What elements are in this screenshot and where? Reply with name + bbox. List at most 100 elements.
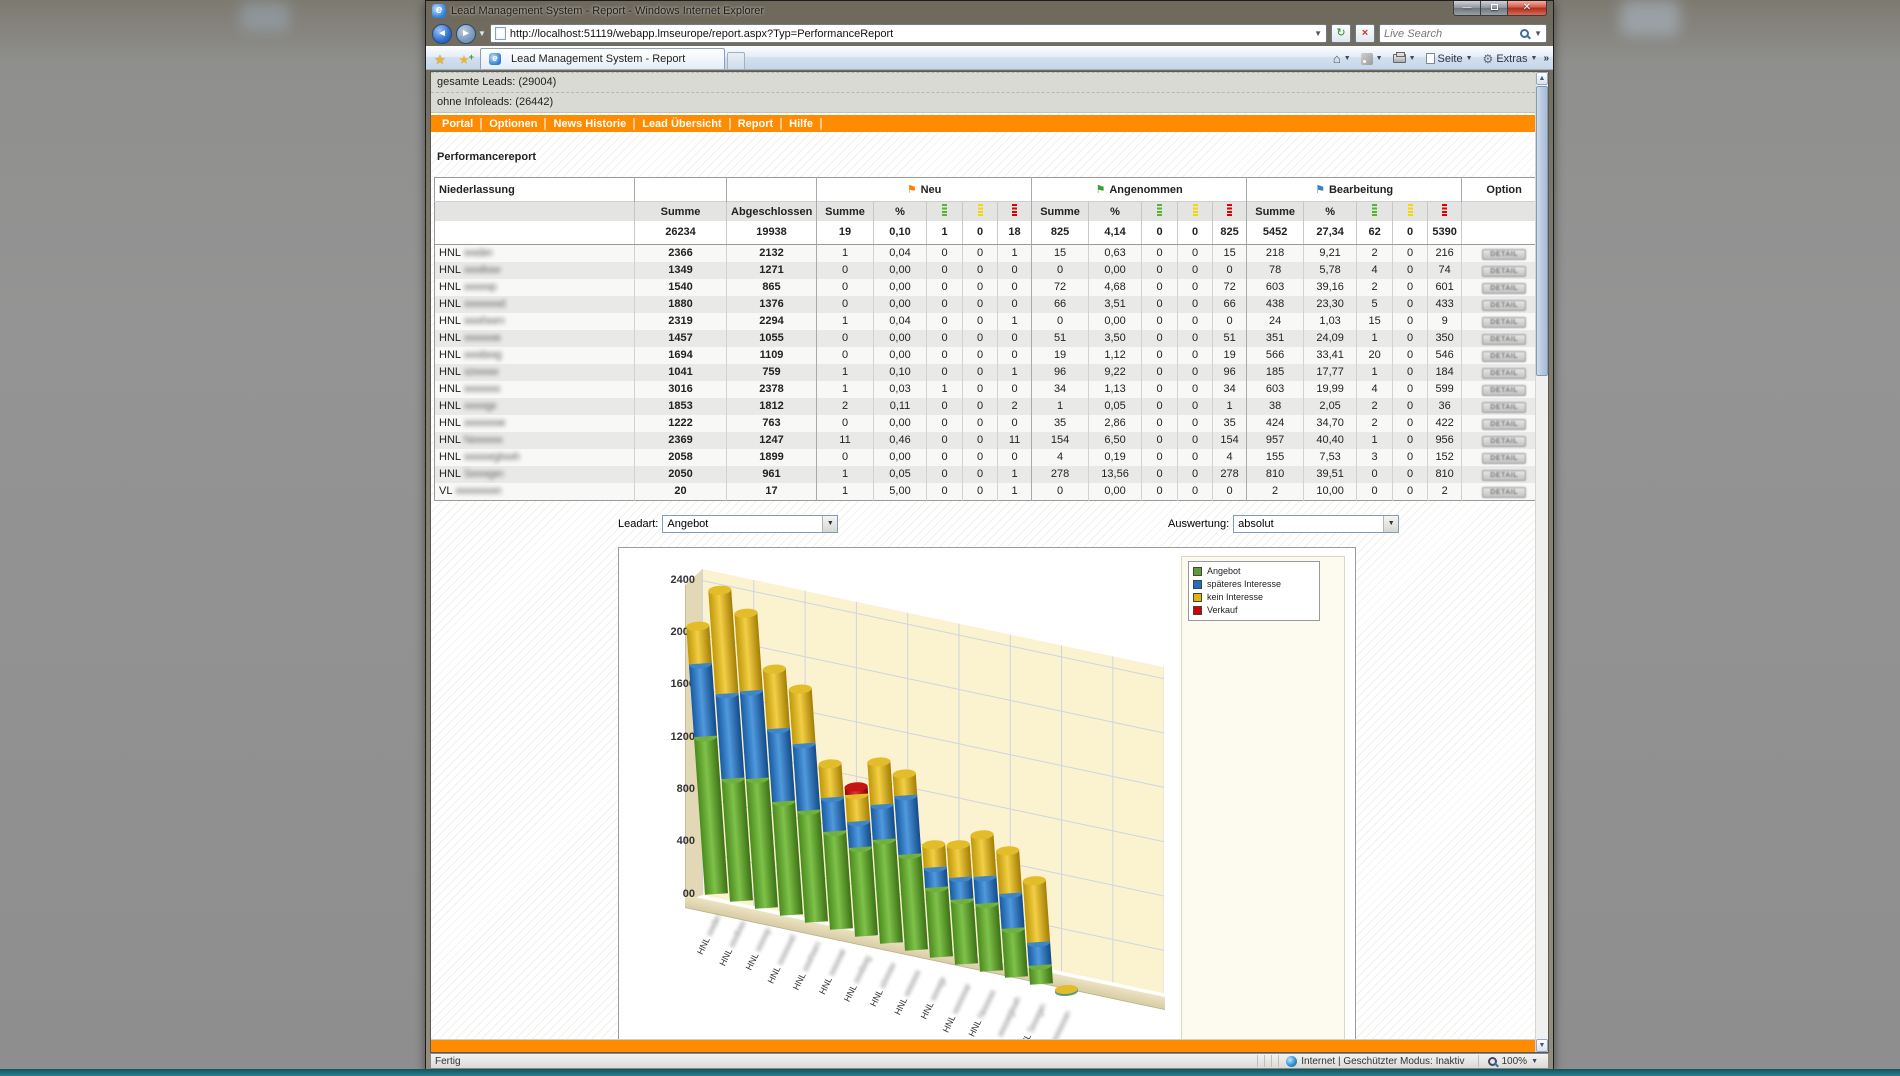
nav-item-optionen[interactable]: Optionen xyxy=(482,118,546,130)
flag-icon: ⚑ xyxy=(907,184,917,196)
bar-segment-b xyxy=(792,742,820,811)
back-button[interactable]: ◄ xyxy=(432,24,452,44)
detail-button[interactable]: DETAIL xyxy=(1482,283,1526,294)
bar-segment-y xyxy=(970,833,996,876)
minimize-button[interactable]: — xyxy=(1453,1,1481,16)
table-subheader-row: SummeAbgeschlossenSumme% Summe% Summe% xyxy=(435,202,1547,222)
table-row: HNL xxxxxxrg/xxxh 2058189900,0000040,190… xyxy=(435,449,1547,466)
zoom-control[interactable]: 100% ▼ xyxy=(1482,1056,1544,1067)
gear-icon: ⚙ xyxy=(1483,54,1494,64)
flag-icon: ⚑ xyxy=(1315,184,1325,196)
tools-menu-button[interactable]: ⚙Extras▼ xyxy=(1479,52,1542,66)
table-row: HNL xxxxfxxw 1349127100,0000000,00000785… xyxy=(435,262,1547,279)
col-niederlassung: Niederlassung xyxy=(435,178,635,202)
legend-swatch xyxy=(1193,580,1202,589)
forward-button[interactable]: ► xyxy=(456,24,476,44)
printer-icon xyxy=(1393,54,1406,63)
branch-name: HNL xxxxhxxm xyxy=(435,313,635,330)
table-row: HNL xxxxhxxm 2319229410,0400100,00000241… xyxy=(435,313,1547,330)
feeds-button[interactable]: ▼ xyxy=(1357,52,1387,66)
favorites-center-button[interactable]: ★ xyxy=(428,49,452,69)
branch-name: HNL xxxxxxxxd xyxy=(435,296,635,313)
scroll-down-icon[interactable]: ▼ xyxy=(1536,1039,1548,1052)
chevron-down-icon[interactable]: ▼ xyxy=(1383,516,1398,532)
browser-viewport: gesamte Leads: (29004) ohne Infoleads: (… xyxy=(430,71,1549,1053)
bar-segment-y xyxy=(686,625,712,664)
ohne-infoleads-text: ohne Infoleads: (26442) xyxy=(431,92,1535,112)
tab-bar: ★ ★ e Lead Management System - Report ⌂▼… xyxy=(426,46,1553,70)
search-placeholder[interactable]: Live Search xyxy=(1384,28,1520,40)
detail-button[interactable]: DETAIL xyxy=(1482,419,1526,430)
legend-swatch xyxy=(1193,606,1202,615)
search-box[interactable]: Live Search ▼ xyxy=(1379,24,1547,43)
legend-label: Verkauf xyxy=(1207,605,1238,615)
history-dropdown-icon[interactable]: ▼ xyxy=(478,29,486,38)
bar-segment-b xyxy=(894,795,921,855)
scrollbar-thumb[interactable] xyxy=(1536,86,1548,376)
branch-name: HNL xxxxxxxe xyxy=(435,330,635,347)
y-axis-label: 400 xyxy=(651,835,695,847)
detail-button[interactable]: DETAIL xyxy=(1482,317,1526,328)
bar-segment-b xyxy=(766,728,794,802)
nav-item-hilfe[interactable]: Hilfe xyxy=(782,118,822,130)
vertical-scrollbar[interactable]: ▲ ▼ xyxy=(1535,72,1548,1052)
nav-item-lead-bersicht[interactable]: Lead Übersicht xyxy=(635,118,730,130)
auswertung-filter: Auswertung: absolut ▼ xyxy=(1168,515,1399,533)
x-axis-label: HNL xxxxhxxm xyxy=(766,941,822,1042)
zoom-dropdown-icon[interactable]: ▼ xyxy=(1531,1058,1538,1065)
detail-button[interactable]: DETAIL xyxy=(1482,300,1526,311)
address-bar[interactable]: http://localhost:51119/webapp.lmseurope/… xyxy=(490,24,1327,43)
detail-button[interactable]: DETAIL xyxy=(1482,334,1526,345)
search-dropdown-icon[interactable]: ▼ xyxy=(1534,29,1542,38)
auswertung-select[interactable]: absolut ▼ xyxy=(1233,515,1399,533)
nav-item-portal[interactable]: Portal xyxy=(435,118,482,130)
tab-lead-management[interactable]: e Lead Management System - Report xyxy=(480,48,725,69)
nav-item-report[interactable]: Report xyxy=(731,118,782,130)
bar-segment-b xyxy=(923,866,947,887)
detail-button[interactable]: DETAIL xyxy=(1482,487,1526,498)
bar-segment-y xyxy=(818,762,843,797)
bar-segment-b xyxy=(973,875,998,904)
command-overflow-button[interactable]: » xyxy=(1543,53,1549,64)
command-bar: ⌂▼ ▼ ▼ Seite▼ ⚙Extras▼ » xyxy=(1329,50,1549,67)
leadart-select[interactable]: Angebot ▼ xyxy=(662,515,838,533)
table-row: HNL xzxxxxw 104175910,10001969,220096185… xyxy=(435,364,1547,381)
detail-button[interactable]: DETAIL xyxy=(1482,385,1526,396)
new-tab-stub[interactable] xyxy=(727,52,745,69)
detail-button[interactable]: DETAIL xyxy=(1482,351,1526,362)
detail-button[interactable]: DETAIL xyxy=(1482,368,1526,379)
branch-name: HNL xxxxxxrg/xxxh xyxy=(435,449,635,466)
branch-name: HNL xxxxbxxg xyxy=(435,347,635,364)
search-icon[interactable] xyxy=(1520,29,1529,38)
detail-button[interactable]: DETAIL xyxy=(1482,249,1526,260)
title-bar[interactable]: e Lead Management System - Report - Wind… xyxy=(426,1,1553,21)
add-favorite-button[interactable]: ★ xyxy=(452,49,476,69)
bar-segment-y xyxy=(946,843,971,877)
address-dropdown-icon[interactable]: ▼ xyxy=(1314,29,1322,38)
chevron-down-icon[interactable]: ▼ xyxy=(822,516,837,532)
gesamte-leads-text: gesamte Leads: (29004) xyxy=(431,72,1535,92)
page-menu-button[interactable]: Seite▼ xyxy=(1422,52,1477,66)
lead-totals-strip: gesamte Leads: (29004) ohne Infoleads: (… xyxy=(431,72,1535,113)
detail-button[interactable]: DETAIL xyxy=(1482,266,1526,277)
detail-button[interactable]: DETAIL xyxy=(1482,402,1526,413)
close-button[interactable]: ✕ xyxy=(1507,1,1547,16)
legend-label: Angebot xyxy=(1207,566,1241,576)
print-button[interactable]: ▼ xyxy=(1389,53,1420,64)
home-button[interactable]: ⌂▼ xyxy=(1329,50,1355,67)
maximize-button[interactable] xyxy=(1480,1,1508,16)
nav-item-news-historie[interactable]: News Historie xyxy=(546,118,635,130)
table-row: HNL xxxxxgx 1853181220,1100210,05001382,… xyxy=(435,398,1547,415)
refresh-button[interactable]: ↻ xyxy=(1331,24,1351,43)
detail-button[interactable]: DETAIL xyxy=(1482,470,1526,481)
detail-button[interactable]: DETAIL xyxy=(1482,436,1526,447)
bar-segment-b xyxy=(948,876,972,900)
stop-button[interactable]: × xyxy=(1355,24,1375,43)
x-axis-label: HNL xxxdxn xyxy=(666,913,722,1014)
table-row: HNL xxxxxxxxe 122276300,00000352,8600354… xyxy=(435,415,1547,432)
scroll-up-icon[interactable]: ▲ xyxy=(1536,72,1548,85)
detail-button[interactable]: DETAIL xyxy=(1482,453,1526,464)
bar-segment-y xyxy=(734,612,762,691)
flag-icon: ⚑ xyxy=(1095,184,1105,196)
url-text[interactable]: http://localhost:51119/webapp.lmseurope/… xyxy=(510,28,893,40)
